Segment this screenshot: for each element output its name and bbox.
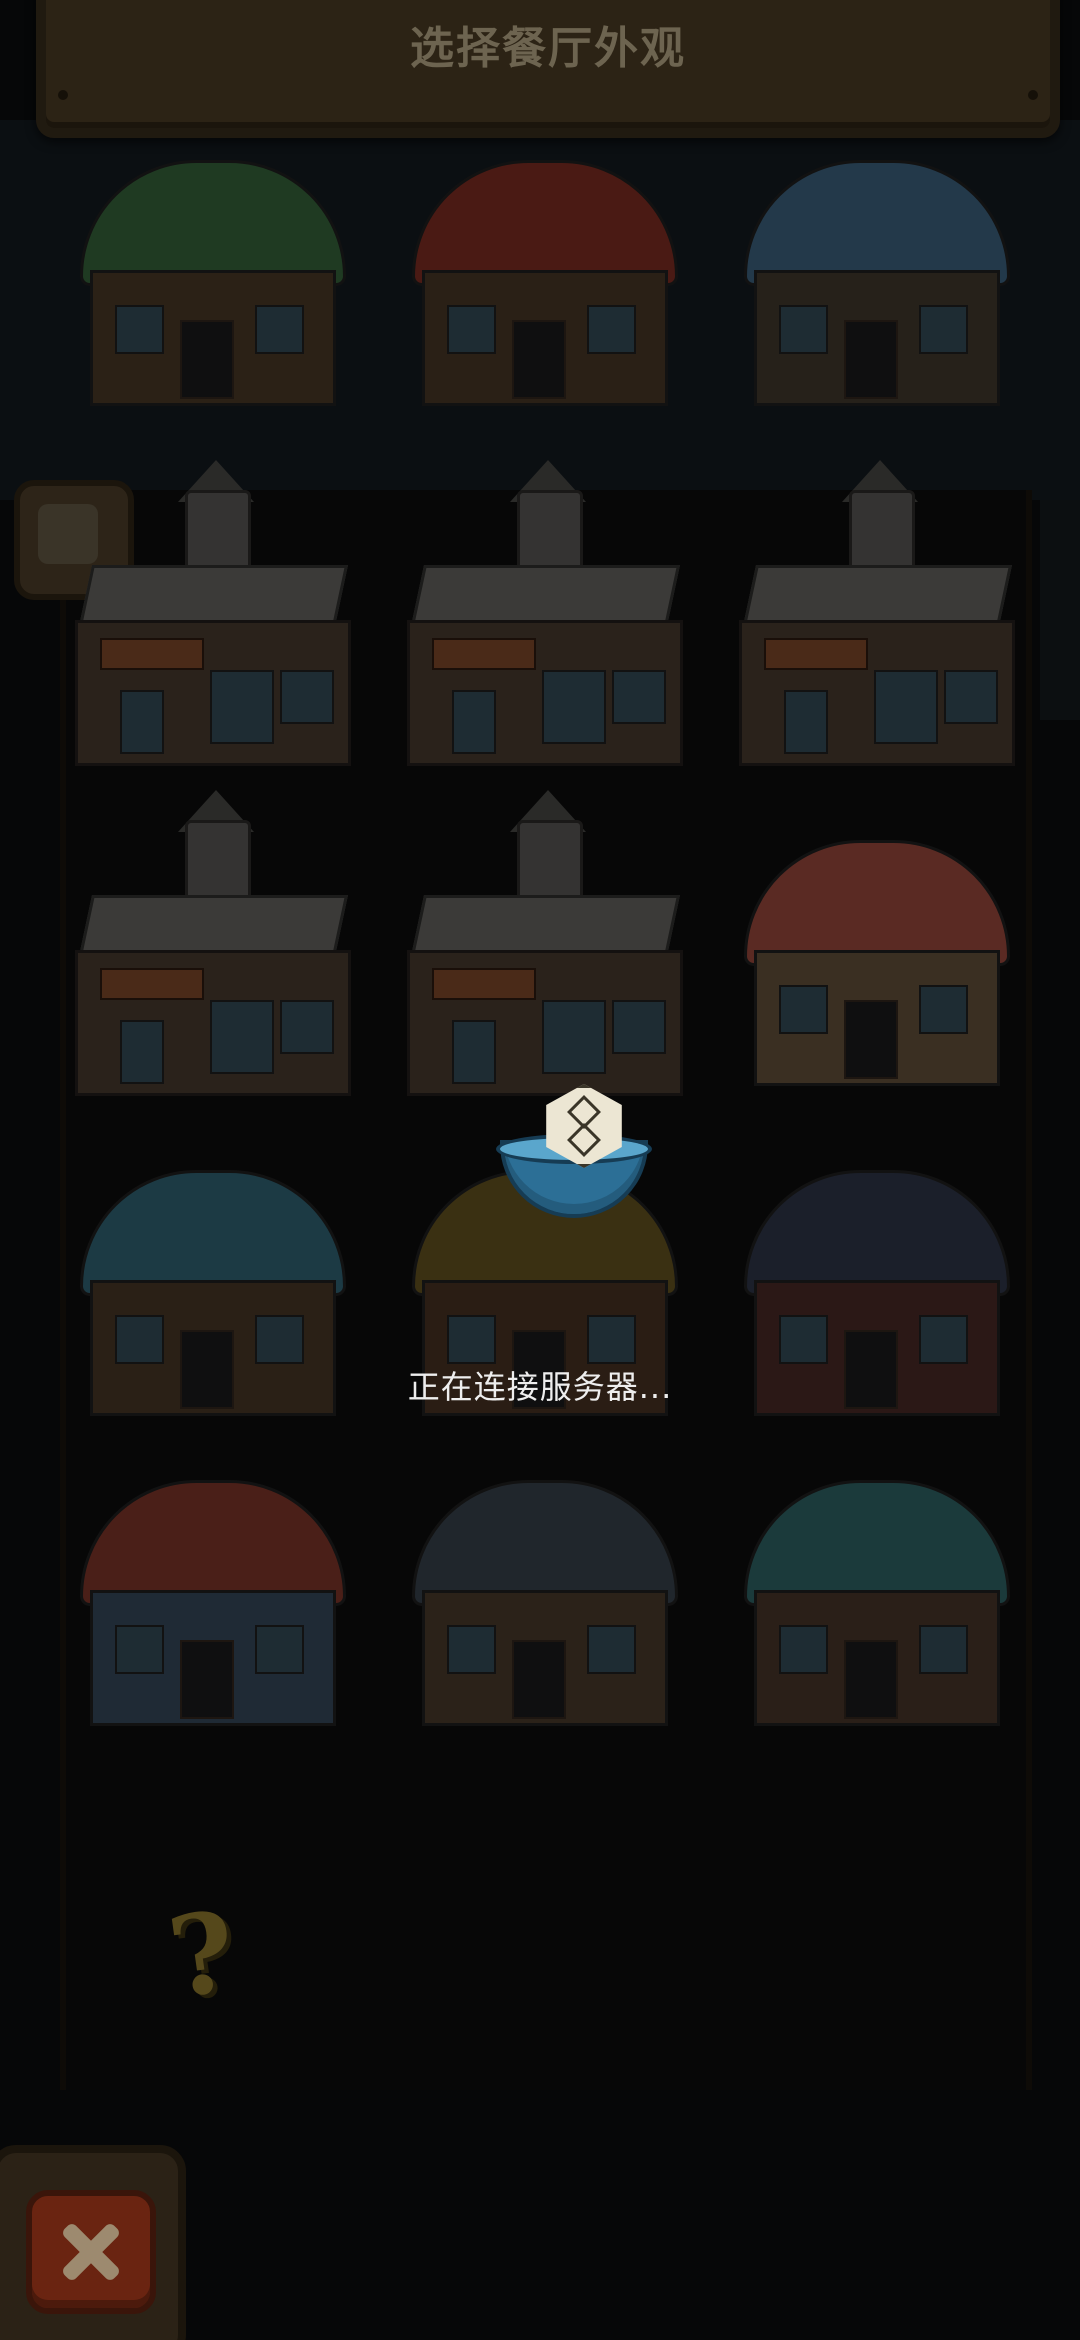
roof	[80, 1480, 346, 1606]
restaurant-skin-stone-1[interactable]	[60, 460, 360, 770]
window	[447, 1315, 496, 1364]
window	[120, 1020, 164, 1084]
window	[779, 305, 828, 354]
roof	[744, 160, 1010, 286]
window	[255, 305, 304, 354]
loading-text: 正在连接服务器...	[407, 1368, 673, 1406]
restaurant-skin-stone-2[interactable]	[392, 460, 692, 770]
roof	[412, 160, 678, 286]
window	[542, 1000, 606, 1074]
window	[612, 1000, 666, 1054]
window	[784, 690, 828, 754]
restaurant-skin-stone-3[interactable]	[724, 460, 1024, 770]
door	[512, 320, 566, 399]
shop-sign	[100, 638, 204, 670]
restaurant-skin-fish-mouth[interactable]	[724, 1440, 1024, 1740]
window	[115, 305, 164, 354]
window	[542, 670, 606, 744]
window	[779, 1625, 828, 1674]
window	[255, 1315, 304, 1364]
game-screen: 选择餐厅外观 正在连接服务器... ?	[0, 0, 1080, 2340]
door	[844, 320, 898, 399]
window	[280, 670, 334, 724]
shop-sign	[432, 638, 536, 670]
restaurant-skin-rabbit-temple[interactable]	[724, 800, 1024, 1100]
window	[587, 305, 636, 354]
door	[844, 1640, 898, 1719]
restaurant-skin-green-roof-chicken[interactable]	[60, 120, 360, 420]
shop-sign	[432, 968, 536, 1000]
window	[210, 1000, 274, 1074]
restaurant-skin-grill[interactable]	[392, 1440, 692, 1740]
roof	[80, 1170, 346, 1296]
window	[447, 305, 496, 354]
window	[919, 985, 968, 1034]
window	[779, 1315, 828, 1364]
window	[120, 690, 164, 754]
window	[587, 1315, 636, 1364]
restaurant-skin-red-roof-chicken[interactable]	[392, 120, 692, 420]
window	[874, 670, 938, 744]
restaurant-skin-blue-roof-chicken[interactable]	[724, 120, 1024, 420]
restaurant-skin-octopus[interactable]	[60, 1440, 360, 1740]
loading-indicator	[490, 1080, 652, 1220]
window	[944, 670, 998, 724]
window	[612, 670, 666, 724]
shop-sign	[100, 968, 204, 1000]
close-button[interactable]	[26, 2190, 156, 2314]
roof	[744, 1480, 1010, 1606]
window	[447, 1625, 496, 1674]
door	[844, 1000, 898, 1079]
roof	[80, 160, 346, 286]
window	[452, 1020, 496, 1084]
window	[919, 305, 968, 354]
window	[280, 1000, 334, 1054]
roof	[412, 1480, 678, 1606]
door	[512, 1640, 566, 1719]
window	[919, 1625, 968, 1674]
shop-sign	[764, 638, 868, 670]
restaurant-skin-stone-4[interactable]	[60, 790, 360, 1100]
window	[587, 1625, 636, 1674]
window	[210, 670, 274, 744]
window	[255, 1625, 304, 1674]
window	[779, 985, 828, 1034]
window	[115, 1315, 164, 1364]
door	[180, 320, 234, 399]
window	[115, 1625, 164, 1674]
restaurant-skin-stone-5[interactable]	[392, 790, 692, 1100]
roof	[744, 840, 1010, 966]
window	[919, 1315, 968, 1364]
roof	[744, 1170, 1010, 1296]
door	[180, 1640, 234, 1719]
window	[452, 690, 496, 754]
